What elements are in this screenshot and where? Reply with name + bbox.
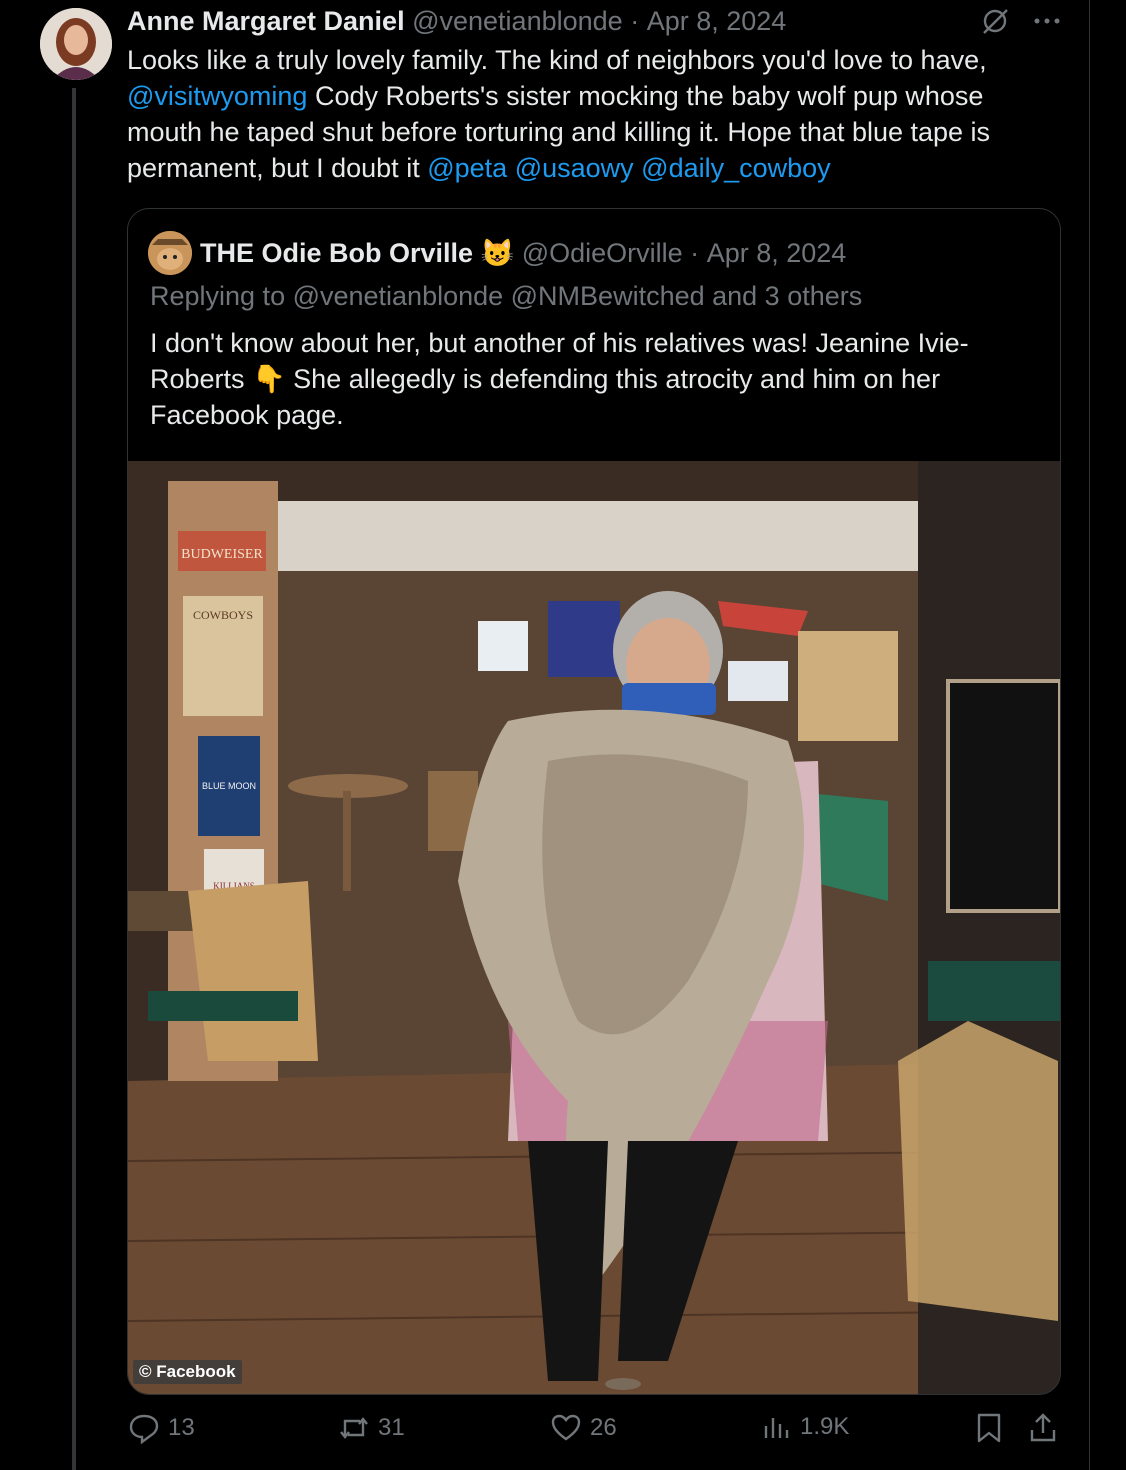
bookmark-button[interactable]: [974, 1412, 1004, 1444]
mention-link[interactable]: @visitwyoming: [127, 81, 307, 111]
author-name[interactable]: Anne Margaret Daniel: [127, 6, 405, 37]
cat-emoji: 😺: [480, 238, 515, 268]
repost-button[interactable]: 31: [338, 1412, 405, 1444]
photo-credit: © Facebook: [133, 1360, 242, 1384]
replying-to: Replying to @venetianblonde @NMBewitched…: [150, 281, 863, 311]
grok-icon[interactable]: [980, 6, 1010, 36]
views-count: 1.9K: [800, 1413, 850, 1440]
thread-line: [72, 88, 76, 1470]
views-button[interactable]: 1.9K: [762, 1412, 849, 1442]
sign-budweiser: BUDWEISER: [181, 547, 263, 562]
header-icons: [980, 6, 1062, 36]
bookmark-icon: [974, 1412, 1004, 1444]
quote-header: THE Odie Bob Orville 😺 @OdieOrville · Ap…: [148, 231, 847, 275]
author-handle[interactable]: @venetianblonde: [412, 6, 623, 37]
quote-separator: ·: [690, 237, 700, 268]
quote-author-name[interactable]: THE Odie Bob Orville: [200, 238, 473, 269]
column-border: [1089, 0, 1090, 1470]
header-separator: ·: [630, 5, 640, 36]
quote-avatar[interactable]: [148, 231, 192, 275]
quote-photo[interactable]: BUDWEISER COWBOYS BLUE MOON KILLIANS © F…: [128, 461, 1060, 1394]
quoted-tweet[interactable]: THE Odie Bob Orville 😺 @OdieOrville · Ap…: [127, 208, 1061, 1395]
views-icon: [762, 1412, 792, 1442]
share-icon: [1028, 1412, 1058, 1444]
tweet-header: Anne Margaret Daniel @venetianblonde · A…: [127, 4, 786, 38]
like-icon: [550, 1412, 582, 1444]
more-icon[interactable]: [1032, 16, 1062, 26]
reply-count: 13: [168, 1414, 195, 1441]
sign-cowboys: COWBOYS: [193, 608, 253, 622]
reply-icon: [128, 1412, 160, 1444]
mention-link[interactable]: @peta: [427, 153, 507, 183]
tweet-text-part: Looks like a truly lovely family. The ki…: [127, 45, 987, 75]
tweet-frame: Anne Margaret Daniel @venetianblonde · A…: [0, 0, 1126, 1470]
author-avatar[interactable]: [40, 8, 112, 80]
tweet-date[interactable]: Apr 8, 2024: [647, 6, 787, 37]
tweet-text: Looks like a truly lovely family. The ki…: [127, 42, 1057, 186]
mention-link[interactable]: @daily_cowboy: [641, 153, 831, 183]
repost-icon: [338, 1412, 370, 1444]
mention-link[interactable]: @usaowy: [515, 153, 634, 183]
quote-text: I don't know about her, but another of h…: [150, 325, 1030, 433]
like-button[interactable]: 26: [550, 1412, 617, 1444]
action-bar: 13 31 26 1.9K: [0, 1412, 1090, 1456]
quote-handle[interactable]: @OdieOrville: [522, 238, 683, 269]
reply-button[interactable]: 13: [128, 1412, 195, 1444]
share-button[interactable]: [1028, 1412, 1058, 1444]
like-count: 26: [590, 1414, 617, 1441]
quote-date[interactable]: Apr 8, 2024: [707, 238, 847, 269]
pointing-down-emoji: 👇: [252, 364, 286, 394]
repost-count: 31: [378, 1414, 405, 1441]
sign-blue-moon: BLUE MOON: [202, 781, 256, 791]
